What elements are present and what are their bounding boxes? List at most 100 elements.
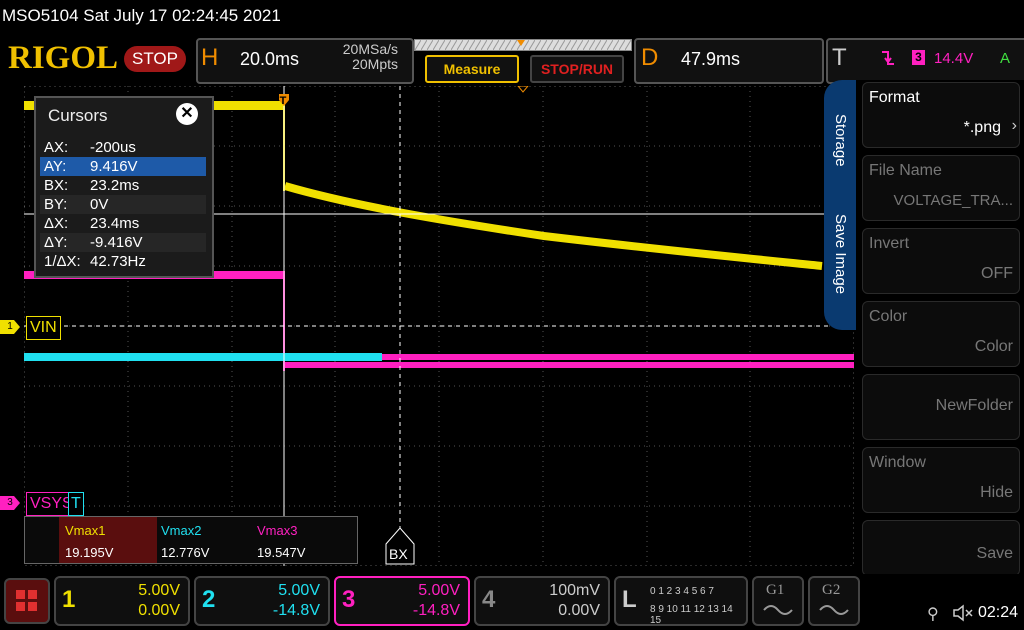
ch3-number: 3 — [342, 586, 356, 613]
vmax2-value: 12.776V — [161, 545, 210, 560]
rigol-logo: RIGOL — [8, 40, 119, 76]
cursor-row: 1/ΔX: 42.73Hz — [44, 253, 146, 270]
acquisition-info: 20MSa/s 20Mpts — [330, 42, 398, 72]
ch3-scale: 5.00V — [418, 582, 460, 599]
menu-item-color[interactable]: Color Color — [862, 301, 1020, 367]
vin-label: VIN — [26, 316, 61, 340]
menu-item-format[interactable]: Format *.png › — [862, 82, 1020, 148]
ch4-button[interactable]: 4 100mV 0.00V — [474, 576, 610, 626]
new-folder-value: NewFolder — [935, 397, 1013, 414]
vmax3-value: 19.547V — [257, 545, 306, 560]
vmax3-cell[interactable]: Vmax3 19.547V — [251, 517, 347, 563]
grid-icon — [16, 590, 37, 611]
ch2-offset: -14.8V — [272, 602, 320, 619]
title-bar: MSO5104 Sat July 17 02:24:45 2021 — [0, 0, 1024, 34]
vmax2-cell[interactable]: Vmax2 12.776V — [155, 517, 251, 563]
close-icon[interactable]: ✕ — [176, 103, 198, 125]
ch1-number: 1 — [62, 586, 76, 613]
ch4-offset: 0.00V — [558, 602, 600, 619]
device-info: MSO5104 Sat July 17 02:24:45 2021 — [2, 6, 281, 25]
timebase-value: 20.0ms — [240, 49, 300, 69]
memory-position-bar — [414, 39, 632, 51]
menu-item-file-name[interactable]: File Name VOLTAGE_TRA... — [862, 155, 1020, 221]
trigger-letter: T — [832, 44, 847, 71]
chevron-right-icon: › — [1011, 117, 1017, 134]
clock: 02:24 — [978, 604, 1019, 621]
window-value: Hide — [980, 484, 1013, 501]
window-label: Window — [869, 454, 926, 471]
tab-storage[interactable]: Storage — [832, 114, 849, 167]
ch3-button[interactable]: 3 5.00V -14.8V — [334, 576, 470, 626]
save-value: Save — [976, 545, 1013, 562]
cursor-row: BX: 23.2ms — [44, 177, 140, 194]
invert-value: OFF — [981, 265, 1013, 282]
trigger-settings[interactable] — [826, 38, 1024, 84]
la-channels-row2: 8 9 10 11 12 13 14 15 — [650, 604, 733, 626]
menu-item-save[interactable]: Save — [862, 520, 1020, 576]
cursors-title: Cursors — [48, 106, 108, 125]
falling-edge-icon — [880, 49, 896, 72]
ch2-waveform — [24, 353, 382, 361]
run-state-badge[interactable]: STOP — [124, 46, 186, 72]
gen1-label: G1 — [766, 582, 785, 598]
generator2-button[interactable]: G2 — [808, 576, 860, 626]
logic-analyzer-button[interactable]: L 0 1 2 3 4 5 6 7 8 9 10 11 12 13 14 15 — [614, 576, 748, 626]
menu-tab-strip: Storage Save Image — [824, 80, 858, 330]
stop-run-button[interactable]: STOP/RUN — [530, 55, 624, 83]
trigger-level: 14.4V — [934, 50, 974, 67]
ch1-button[interactable]: 1 5.00V 0.00V — [54, 576, 190, 626]
la-channels-row1: 0 1 2 3 4 5 6 7 — [650, 586, 714, 597]
vmax2-name: Vmax2 — [161, 523, 202, 538]
memory-depth: 20Mpts — [352, 56, 398, 72]
bx-label: BX — [389, 546, 408, 562]
home-menu-button[interactable] — [4, 578, 50, 624]
sample-rate: 20MSa/s — [342, 41, 398, 57]
ch1-offset-marker[interactable]: 1 — [0, 320, 20, 334]
vmax1-name: Vmax1 — [65, 523, 106, 538]
delay-letter: D — [641, 44, 659, 71]
ch4-scale: 100mV — [549, 582, 600, 599]
generator1-button[interactable]: G1 — [752, 576, 804, 626]
menu-item-invert[interactable]: Invert OFF — [862, 228, 1020, 294]
cursor-row: BY: 0V — [40, 195, 206, 214]
format-label: Format — [869, 89, 920, 106]
ch3-offset: -14.8V — [412, 602, 460, 619]
vmax3-name: Vmax3 — [257, 523, 298, 538]
cursor-row-selected[interactable]: AY: 9.416V — [40, 157, 206, 176]
color-label: Color — [869, 308, 908, 325]
la-letter: L — [622, 586, 637, 613]
ch1-scale: 5.00V — [138, 582, 180, 599]
menu-item-new-folder[interactable]: NewFolder — [862, 374, 1020, 440]
ch4-number: 4 — [482, 586, 496, 613]
color-value: Color — [974, 338, 1013, 355]
delay-value: 47.9ms — [681, 49, 741, 69]
horizontal-letter: H — [201, 44, 219, 71]
trigger-position-marker[interactable]: T — [278, 95, 288, 107]
file-name-value: VOLTAGE_TRA... — [893, 192, 1013, 209]
cursor-row: AX: -200us — [44, 139, 136, 156]
trigger-mode: A — [1000, 50, 1011, 67]
cursors-panel: Cursors ✕ AX: -200us AY: 9.416V BX: 23.2ms … — [34, 96, 214, 278]
vmax1-value: 19.195V — [65, 545, 114, 560]
ch3-offset-marker[interactable]: 3 — [0, 496, 20, 510]
trigger-level-marker: T — [68, 492, 84, 516]
measurement-panel: Vmax1 19.195V Vmax2 12.776V Vmax3 19.547… — [24, 516, 358, 564]
ch1-offset: 0.00V — [138, 602, 180, 619]
ch2-button[interactable]: 2 5.00V -14.8V — [194, 576, 330, 626]
menu-item-window[interactable]: Window Hide — [862, 447, 1020, 513]
tab-save-image[interactable]: Save Image — [832, 214, 849, 294]
format-value: *.png — [963, 119, 1001, 136]
ch2-number: 2 — [202, 586, 216, 613]
vmax1-cell[interactable]: Vmax1 19.195V — [59, 517, 157, 563]
sine-wave-icon — [763, 605, 793, 615]
gen2-label: G2 — [822, 582, 841, 598]
file-name-label: File Name — [869, 162, 942, 179]
cursor-row: ΔX: 23.4ms — [44, 215, 140, 232]
ch2-scale: 5.00V — [278, 582, 320, 599]
speaker-muted-icon[interactable] — [952, 604, 974, 627]
measure-button[interactable]: Measure — [425, 55, 519, 83]
trigger-source-badge: 3 — [912, 50, 925, 65]
sine-wave-icon — [819, 605, 849, 615]
cursor-row: ΔY: -9.416V — [40, 233, 206, 252]
usb-icon: ⚲ — [927, 606, 939, 623]
